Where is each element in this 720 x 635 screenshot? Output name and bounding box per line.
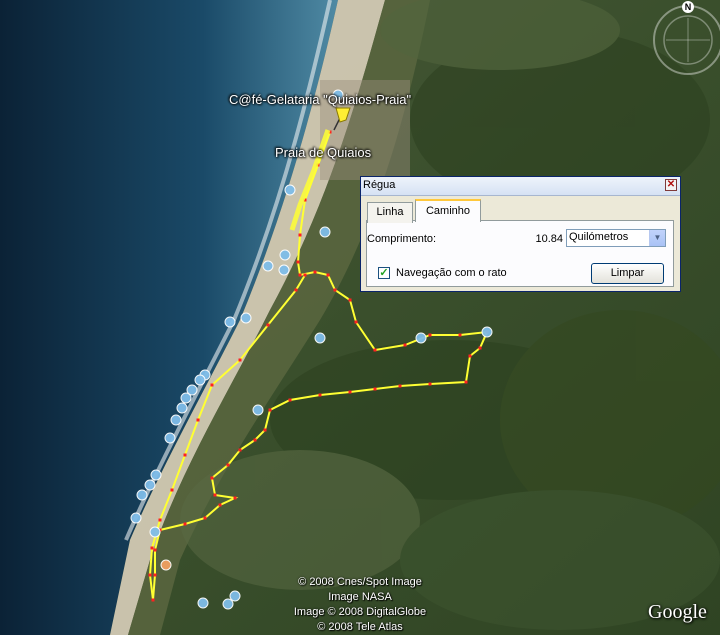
compass-north-icon: N — [682, 1, 694, 13]
placemark-icon[interactable] — [144, 479, 156, 491]
path-vertex — [354, 320, 358, 324]
path-vertex — [333, 288, 337, 292]
path-vertex — [268, 408, 272, 412]
placemark-icon[interactable] — [136, 489, 148, 501]
placemark-icon[interactable] — [130, 512, 142, 524]
path-vertex — [153, 548, 157, 552]
path-vertex — [210, 476, 214, 480]
path-vertex — [238, 448, 242, 452]
placemark-icon[interactable] — [150, 469, 162, 481]
path-vertex — [294, 288, 298, 292]
google-logo: Google — [648, 601, 707, 623]
path-vertex — [183, 453, 187, 457]
placemark-icon[interactable] — [176, 402, 188, 414]
placemark-icon[interactable] — [415, 332, 427, 344]
path-vertex — [468, 354, 472, 358]
path-vertex — [373, 387, 377, 391]
placemark-icon[interactable] — [170, 414, 182, 426]
beach-placemark-label[interactable]: Praia de Quiaios — [275, 145, 371, 160]
placemark-icon[interactable] — [252, 404, 264, 416]
path-vertex — [348, 390, 352, 394]
path-vertex — [218, 503, 222, 507]
path-vertex — [348, 298, 352, 302]
mouse-navigation-checkbox[interactable]: ✓ — [378, 267, 390, 279]
length-value: 10.84 — [535, 233, 563, 245]
placemark-icon[interactable] — [197, 597, 209, 609]
path-vertex — [296, 260, 300, 264]
placemark-icon[interactable] — [278, 264, 290, 276]
close-icon[interactable]: ✕ — [665, 179, 677, 191]
path-vertex — [318, 393, 322, 397]
placemark-icon[interactable] — [279, 249, 291, 261]
path-vertex — [458, 333, 462, 337]
placemark-icon[interactable] — [224, 316, 236, 328]
path-vertex — [238, 358, 242, 362]
placemark-icon[interactable] — [240, 312, 252, 324]
chevron-down-icon[interactable]: ▼ — [649, 230, 665, 246]
path-vertex — [478, 346, 482, 350]
path-vertex — [213, 493, 217, 497]
placemark-icon[interactable] — [229, 590, 241, 602]
path-vertex — [428, 333, 432, 337]
unit-select[interactable]: Quilómetros ▼ — [566, 229, 666, 247]
path-vertex — [153, 573, 157, 577]
path-vertex — [303, 273, 307, 277]
cafe-placemark-label[interactable]: C@fé-Gelataria "Quiaios-Praia" — [229, 92, 411, 107]
unit-selected-value: Quilómetros — [569, 231, 629, 243]
copyright-nasa: Image NASA — [328, 591, 392, 603]
copyright-teleatlas: © 2008 Tele Atlas — [317, 621, 403, 633]
path-vertex — [326, 273, 330, 277]
mouse-navigation-label: Navegação com o rato — [396, 267, 507, 279]
placemark-icon[interactable] — [481, 326, 493, 338]
path-vertex — [203, 516, 207, 520]
path-vertex — [183, 522, 187, 526]
path-vertex — [288, 398, 292, 402]
placemark-icon[interactable] — [222, 598, 234, 610]
tab-linha[interactable]: Linha — [367, 202, 413, 223]
path-vertex — [150, 546, 154, 550]
path-vertex — [263, 428, 267, 432]
path-vertex — [298, 233, 302, 237]
path-vertex — [170, 488, 174, 492]
path-vertex — [253, 438, 257, 442]
path-vertex — [148, 573, 152, 577]
path-vertex — [403, 343, 407, 347]
ruler-dialog: Régua ✕ Linha Caminho Comprimento: 10.84… — [360, 176, 681, 292]
placemark-icon[interactable] — [160, 559, 172, 571]
path-vertex — [428, 382, 432, 386]
path-vertex — [398, 384, 402, 388]
placemark-icon[interactable] — [319, 226, 331, 238]
placemark-icon[interactable] — [180, 392, 192, 404]
dialog-title: Régua — [363, 179, 396, 191]
copyright-cnes: © 2008 Cnes/Spot Image — [298, 576, 422, 588]
path-vertex — [158, 518, 162, 522]
path-vertex — [226, 463, 230, 467]
path-vertex — [464, 380, 468, 384]
length-label: Comprimento: — [367, 233, 437, 245]
path-vertex — [298, 273, 302, 277]
path-vertex — [233, 496, 237, 500]
placemark-icon[interactable] — [284, 184, 296, 196]
placemark-icon[interactable] — [149, 526, 161, 538]
placemark-icon[interactable] — [314, 332, 326, 344]
path-vertex — [313, 270, 317, 274]
tab-caminho[interactable]: Caminho — [415, 199, 481, 222]
path-vertex — [151, 598, 155, 602]
placemark-icon[interactable] — [262, 260, 274, 272]
clear-button[interactable]: Limpar — [591, 263, 664, 284]
dialog-titlebar[interactable]: Régua ✕ — [361, 177, 680, 196]
placemark-icon[interactable] — [164, 432, 176, 444]
placemark-icon[interactable] — [194, 374, 206, 386]
path-vertex — [196, 418, 200, 422]
path-vertex — [266, 323, 270, 327]
path-vertex — [373, 348, 377, 352]
path-vertex — [210, 383, 214, 387]
copyright-digitalglobe: Image © 2008 DigitalGlobe — [293, 606, 427, 618]
